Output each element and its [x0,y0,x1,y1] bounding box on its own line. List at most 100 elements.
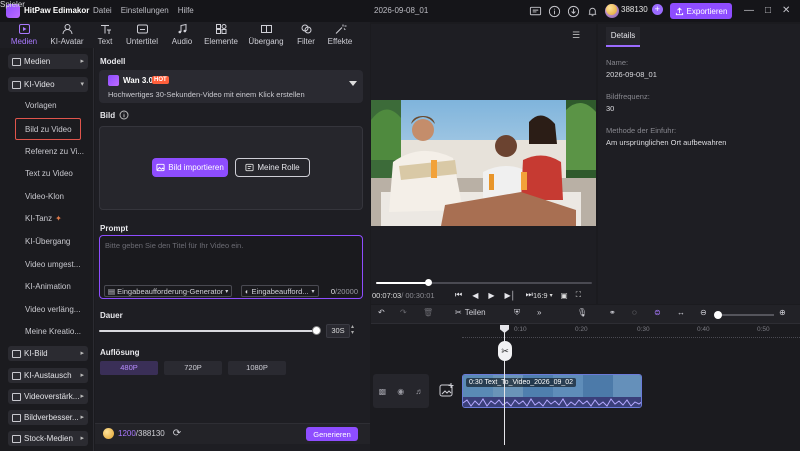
ruler-tick: 0:10 [514,326,527,333]
undo-icon[interactable]: ↶ [378,308,385,317]
playback-handle[interactable] [425,279,432,286]
shield-icon[interactable]: ⛨ [514,308,520,318]
sidebar-item-referenz[interactable]: Referenz zu Vi... [25,147,84,156]
export-button[interactable]: Exportieren [670,3,732,19]
prompt-input[interactable]: Bitte geben Sie den Titel für Ihr Video … [99,235,363,299]
fullscreen-icon[interactable]: ⛶ [576,290,581,300]
tab-label: Elemente [204,37,238,46]
snap-icon[interactable]: ◌ [632,308,637,317]
menu-icon[interactable]: ☰ [572,30,580,41]
snapshot-icon[interactable]: ▣ [561,291,568,300]
refresh-icon[interactable]: ⟳ [173,428,181,439]
image-drop-area[interactable] [99,126,363,210]
minimize-icon[interactable]: — [744,5,754,16]
prompt-generator-label: Eingabeaufforderung-Generator [117,286,224,296]
sidebar-item-bild-zu-video[interactable]: Bild zu Video [25,125,72,134]
zoom-slider-track[interactable] [716,314,774,316]
add-credits-icon[interactable]: + [651,4,663,15]
add-media-icon[interactable] [437,381,457,401]
step-forward-icon[interactable]: ▶│ [505,291,516,300]
window-controls: — □ ✕ [744,5,790,16]
video-frame-image [371,100,596,226]
sidebar-item-vorlagen[interactable]: Vorlagen [25,101,57,110]
screen-icon[interactable] [529,5,542,18]
sidebar-item-video-umgestalten[interactable]: Video umgest... [25,260,80,269]
tab-untertitel[interactable]: Untertitel [122,23,162,46]
sidebar-section-stock-medien[interactable]: Stock-Medien ▸ [8,431,88,446]
tab-details[interactable]: Details [606,27,640,47]
duration-value[interactable]: 30S [326,324,350,338]
sidebar-item-ki-tanz[interactable]: KI-Tanz ✦ [25,214,62,223]
zoom-out-icon[interactable]: ⊖ [700,308,707,317]
resolution-480p[interactable]: 480P [100,361,158,375]
tab-medien[interactable]: Medien [4,23,44,46]
sidebar-section-ki-austausch[interactable]: KI-Austausch ▸ [8,368,88,383]
menu-datei[interactable]: Datei [93,6,112,15]
close-icon[interactable]: ✕ [782,5,790,16]
microphone-icon[interactable]: 🎙 [577,308,587,317]
tab-label: Filter [297,37,315,46]
skip-forward-icon[interactable]: ⏭ [526,290,533,300]
notification-icon[interactable] [586,5,599,18]
tab-label: Effekte [327,37,353,46]
sidebar-section-ki-video[interactable]: KI-Video ▾ [8,77,88,92]
zoom-slider-handle[interactable] [714,311,722,319]
play-icon[interactable]: ▶ [488,291,494,300]
sidebar-item-ki-uebergang[interactable]: KI-Übergang [25,237,70,246]
sidebar-item-text-zu-video[interactable]: Text zu Video [25,169,73,178]
tab-effekte[interactable]: Effekte [320,23,360,46]
prompt-generator-dropdown[interactable]: ▤ Eingabeaufforderung-Generator ▾ [104,285,233,297]
dance-icon: ✦ [55,214,62,223]
my-role-button[interactable]: Meine Rolle [235,158,310,177]
tab-elemente[interactable]: Elemente [201,23,241,46]
track-visibility-icon[interactable]: ◉ [397,387,404,396]
track-audio-icon[interactable]: ♬ [415,387,423,396]
forward-icon[interactable]: » [537,308,541,317]
step-back-icon[interactable]: ◀ [472,291,478,300]
duration-slider-handle[interactable] [312,326,321,335]
timeline-clip[interactable]: 0:30 Text_To_Video_2026_09_02 [462,374,642,408]
prompt-optimizer-dropdown[interactable]: ◐ Eingabeaufford... ▾ [241,285,319,297]
ruler-tick: 0:30 [637,326,650,333]
magnet-icon[interactable]: ⊜ [654,308,661,317]
sidebar-item-video-klon[interactable]: Video-Klon [25,192,64,201]
download-icon[interactable] [567,5,580,18]
split-button[interactable]: ✂ Teilen [455,308,486,317]
tab-ki-avatar[interactable]: KI-Avatar [47,23,87,46]
zoom-in-icon[interactable]: ⊕ [779,308,786,317]
tab-audio[interactable]: Audio [162,23,202,46]
split-at-playhead-button[interactable]: ✂ [498,341,512,361]
sidebar-item-ki-animation[interactable]: KI-Animation [25,282,71,291]
menu-einstellungen[interactable]: Einstellungen [121,6,169,15]
playback-controls: ⏮ ◀ ▶ ▶│ ⏭ [455,290,533,300]
import-label: Bild importieren [168,163,224,172]
track-lock-icon[interactable]: ▩ [379,387,387,396]
sidebar-section-ki-bild[interactable]: KI-Bild ▸ [8,346,88,361]
tab-label: Text [97,37,113,46]
sidebar-section-bildverbesserer[interactable]: Bildverbesser... ▸ [8,410,88,425]
info-icon[interactable] [548,5,561,18]
generate-button[interactable]: Generieren [306,427,358,441]
info-icon[interactable] [119,110,129,120]
tab-text[interactable]: Text [85,23,125,46]
aspect-ratio-select[interactable]: 16:9 ▾ [533,291,553,300]
aspect-ratio-label: 16:9 [533,290,548,300]
resolution-720p[interactable]: 720P [164,361,222,375]
skip-back-icon[interactable]: ⏮ [455,290,462,300]
chevron-right-icon: ▸ [80,435,84,442]
link-icon[interactable]: ⚭ [609,308,616,317]
duration-slider-track[interactable] [99,330,317,332]
duration-stepper[interactable]: ▴ ▾ [351,324,354,336]
sidebar-section-videoverstaerker[interactable]: Videoverstärk... ▸ [8,389,88,404]
sidebar-section-medien[interactable]: Medien ▸ [8,54,88,69]
sidebar-item-video-verlaengern[interactable]: Video verläng... [25,305,80,314]
sidebar-item-meine-kreationen[interactable]: Meine Kreatio... [25,327,81,336]
menu-hilfe[interactable]: Hilfe [178,6,194,15]
tab-uebergang[interactable]: Übergang [246,23,286,46]
import-image-button[interactable]: Bild importieren [152,158,228,177]
resolution-1080p[interactable]: 1080P [228,361,286,375]
model-select[interactable]: Wan 3.0 HOT Hochwertiges 30-Sekunden-Vid… [99,70,363,103]
fit-icon[interactable]: ↔ [677,308,685,317]
maximize-icon[interactable]: □ [765,5,771,16]
prompt-label: Prompt [100,224,128,233]
